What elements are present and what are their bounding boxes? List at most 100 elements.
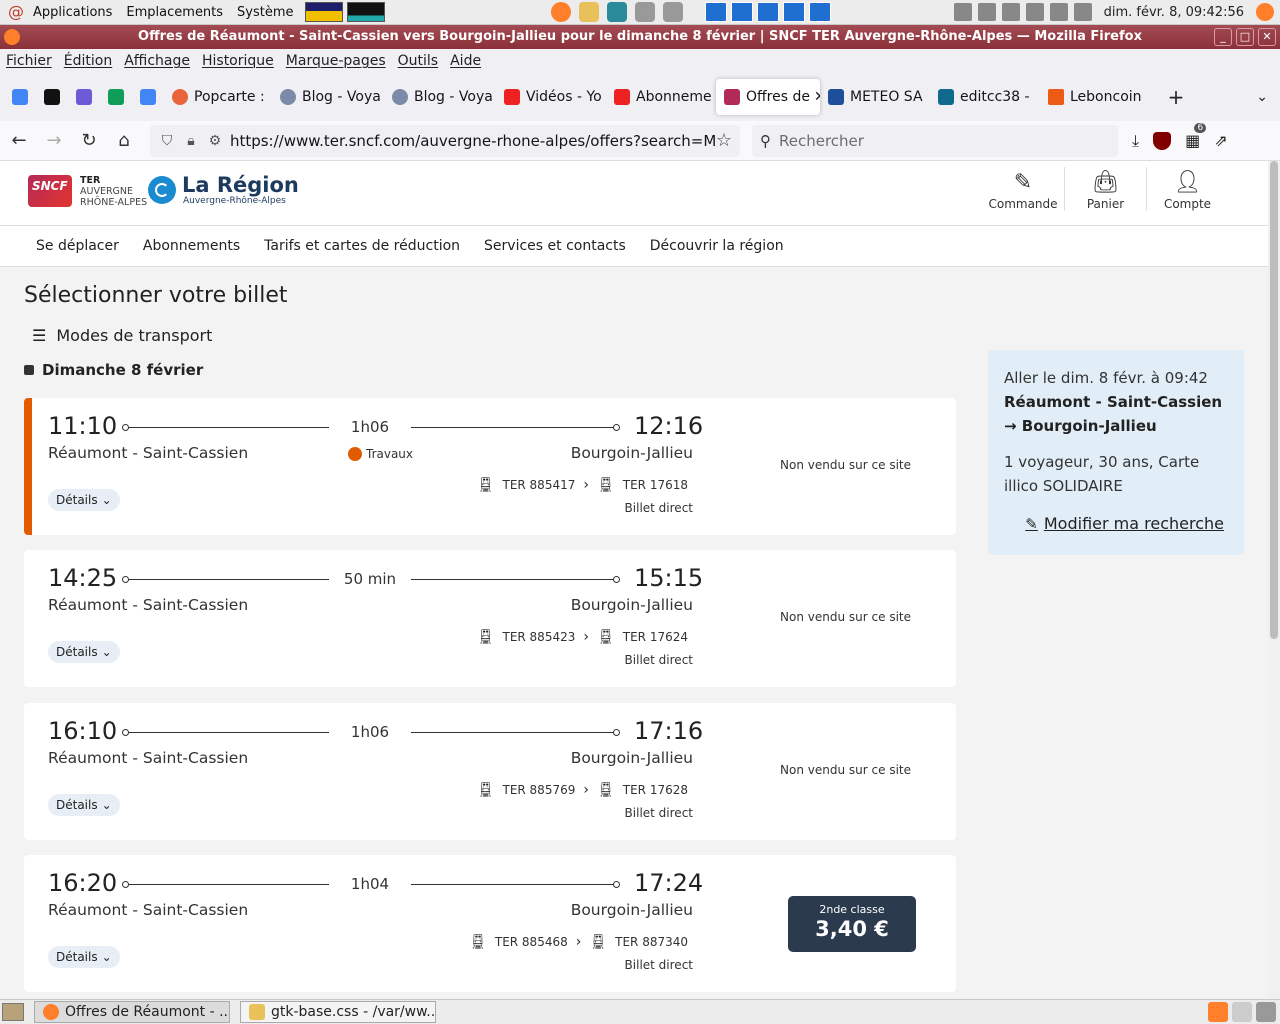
pinned-tab-sheets[interactable] <box>100 81 132 113</box>
tools-icon[interactable] <box>1001 3 1020 21</box>
details-button[interactable]: Détails ⌄ <box>48 794 120 816</box>
menu-bookmarks[interactable]: Marque-pages <box>280 53 392 69</box>
menu-help[interactable]: Aide <box>444 53 487 69</box>
cart-button[interactable]: 👜︎ Panier <box>1064 167 1146 211</box>
trash-icon[interactable] <box>1256 1002 1276 1022</box>
journey-card[interactable]: 11:10 1h06 12:16 Réaumont - Saint-Cassie… <box>24 398 956 535</box>
menu-edit[interactable]: Édition <box>58 53 118 69</box>
taskbar-firefox-window[interactable]: Offres de Réaumont - ... <box>34 1001 230 1023</box>
downloads-icon[interactable]: ⤓ <box>1132 131 1139 151</box>
url-text[interactable]: https://www.ter.sncf.com/auvergne-rhone-… <box>230 132 716 150</box>
workspace-3[interactable] <box>756 2 779 22</box>
nav-subscriptions[interactable]: Abonnements <box>131 238 252 254</box>
tab-leboncoin[interactable]: Leboncoin <box>1040 79 1148 115</box>
tab-list-chevron-icon[interactable]: ⌄ <box>1256 89 1268 105</box>
page-scrollbar[interactable] <box>1268 161 1280 999</box>
details-button[interactable]: Détails ⌄ <box>48 641 120 663</box>
pinned-tab-calendar[interactable] <box>4 81 36 113</box>
menu-file[interactable]: Fichier <box>0 53 58 69</box>
tab-editcc38[interactable]: editcc38 - <box>930 79 1040 115</box>
region-title[interactable]: La Région <box>182 173 299 197</box>
minimize-button[interactable]: _ <box>1214 28 1232 46</box>
firefox-launcher-icon[interactable] <box>550 2 571 22</box>
tab-meteo[interactable]: METEO SA <box>820 79 930 115</box>
details-button[interactable]: Détails ⌄ <box>48 946 120 968</box>
reload-button[interactable]: ↻ <box>73 125 105 157</box>
journey-card[interactable]: 16:10 1h06 17:16 Réaumont - Saint-Cassie… <box>24 703 956 840</box>
details-button[interactable]: Détails ⌄ <box>48 489 120 511</box>
sleep-icon[interactable] <box>1073 3 1092 21</box>
speaker-icon[interactable] <box>1049 3 1068 21</box>
maximize-button[interactable]: □ <box>1236 28 1254 46</box>
firefox-icon <box>4 29 20 45</box>
workspace-indicator-icon[interactable] <box>1232 1002 1252 1022</box>
network2-launcher-icon[interactable] <box>662 2 683 22</box>
nav-fares[interactable]: Tarifs et cartes de réduction <box>252 238 472 254</box>
firefox-tray-icon[interactable] <box>1256 3 1274 21</box>
home-button[interactable]: ⌂ <box>108 125 140 157</box>
page-viewport: SNCF TER AUVERGNE RHÔNE-ALPES La Région … <box>0 161 1268 999</box>
gimp-launcher-icon[interactable] <box>578 2 599 22</box>
pinned-tab-docs[interactable] <box>132 81 164 113</box>
train-number: TER 885769 <box>502 783 576 797</box>
modify-search-link[interactable]: ✎ Modifier ma recherche <box>1025 512 1224 536</box>
panel-menu-places[interactable]: Emplacements <box>119 5 230 20</box>
price-button[interactable]: 2nde classe 3,40 € <box>788 896 916 952</box>
close-window-button[interactable]: ✕ <box>1258 28 1276 46</box>
share-icon[interactable]: ⇗ <box>1214 131 1227 150</box>
permissions-icon[interactable]: ⚙ <box>206 133 224 149</box>
tab-label: Vidéos - Yo <box>526 89 602 105</box>
net-monitor-icon[interactable] <box>346 2 385 22</box>
battery-icon[interactable] <box>1025 3 1044 21</box>
scrollbar-thumb[interactable] <box>1270 161 1278 639</box>
volume-icon[interactable] <box>977 3 996 21</box>
panel-menu-applications[interactable]: Applications <box>26 5 119 20</box>
debian-logo-icon[interactable]: @ <box>6 2 26 22</box>
window-titlebar[interactable]: Offres de Réaumont - Saint-Cassien vers … <box>0 25 1280 49</box>
sncf-logo[interactable]: SNCF <box>28 175 72 207</box>
bookmark-star-icon[interactable]: ☆ <box>716 130 732 151</box>
firefox-indicator-icon[interactable] <box>1208 1002 1228 1022</box>
nav-services[interactable]: Services et contacts <box>472 238 638 254</box>
lock-icon[interactable]: 🔒︎ <box>182 133 200 149</box>
tab-blog-1[interactable]: Blog - Voya <box>272 79 384 115</box>
account-button[interactable]: 👤︎ Compte <box>1146 167 1228 211</box>
tab-youtube-subscriptions[interactable]: Abonneme <box>606 79 716 115</box>
editor-launcher-icon[interactable] <box>606 2 627 22</box>
show-desktop-icon[interactable] <box>2 1003 24 1021</box>
search-bar[interactable]: ⚲ Rechercher <box>752 124 1118 157</box>
cpu-monitor-icon[interactable] <box>304 2 343 22</box>
forward-button[interactable]: → <box>38 125 70 157</box>
transport-modes-button[interactable]: ☰ Modes de transport <box>32 326 212 345</box>
journey-card[interactable]: 16:20 1h04 17:24 Réaumont - Saint-Cassie… <box>24 855 956 992</box>
extensions-icon[interactable]: ▦ 6 <box>1185 123 1207 150</box>
display-icon[interactable] <box>953 3 972 21</box>
journey-card[interactable]: 14:25 50 min 15:15 Réaumont - Saint-Cass… <box>24 550 956 687</box>
back-button[interactable]: ← <box>3 125 35 157</box>
menu-history[interactable]: Historique <box>196 53 280 69</box>
clock[interactable]: dim. févr. 8, 09:42:56 <box>1098 5 1250 20</box>
window-controls: _ □ ✕ <box>1214 28 1276 46</box>
pinned-tab-h[interactable] <box>68 81 100 113</box>
menu-tools[interactable]: Outils <box>392 53 444 69</box>
nav-discover[interactable]: Découvrir la région <box>638 238 796 254</box>
menu-view[interactable]: Affichage <box>118 53 196 69</box>
workspace-4[interactable] <box>782 2 805 22</box>
taskbar-editor-window[interactable]: gtk-base.css - /var/ww... <box>240 1001 436 1023</box>
tab-youtube-videos[interactable]: Vidéos - Yo <box>496 79 606 115</box>
nav-travel[interactable]: Se déplacer <box>24 238 131 254</box>
tab-blog-2[interactable]: Blog - Voya <box>384 79 496 115</box>
network-launcher-icon[interactable] <box>634 2 655 22</box>
new-tab-button[interactable]: + <box>1162 85 1190 109</box>
url-bar[interactable]: ⛉ 🔒︎ ⚙ https://www.ter.sncf.com/auvergne… <box>150 124 740 157</box>
shield-icon[interactable]: ⛉ <box>158 133 176 149</box>
order-button[interactable]: ✎ Commande <box>982 167 1064 212</box>
tab-offres-active[interactable]: Offres de ✕ <box>716 79 820 115</box>
panel-menu-system[interactable]: Système <box>230 5 300 20</box>
workspace-2[interactable] <box>730 2 753 22</box>
pinned-tab-app[interactable] <box>36 81 68 113</box>
workspace-5[interactable] <box>808 2 831 22</box>
tab-popcarte[interactable]: Popcarte : <box>164 79 272 115</box>
workspace-1[interactable] <box>704 2 727 22</box>
ublock-icon[interactable] <box>1153 131 1172 150</box>
